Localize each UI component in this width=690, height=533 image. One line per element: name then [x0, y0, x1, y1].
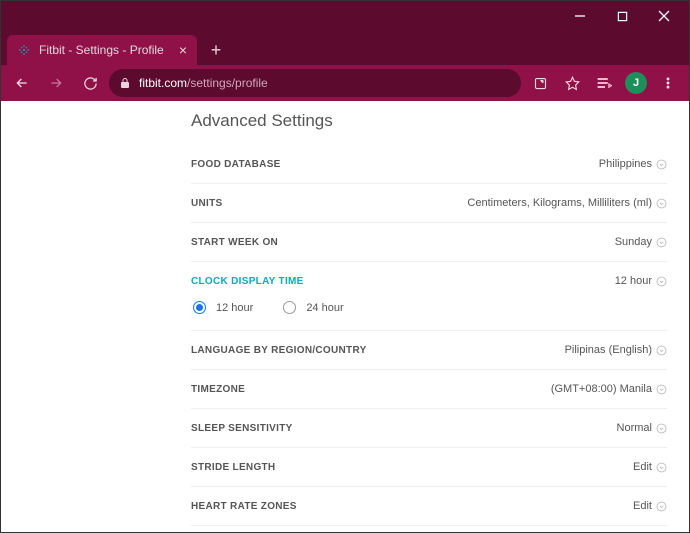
row-label: HEART RATE ZONES — [191, 501, 297, 512]
clock-radio-group: 12 hour 24 hour — [191, 301, 667, 314]
row-stride-length[interactable]: STRIDE LENGTH Edit — [191, 448, 667, 487]
window-titlebar — [1, 1, 689, 31]
row-label: FOOD DATABASE — [191, 159, 281, 170]
row-value: Normal — [617, 422, 667, 434]
share-icon[interactable] — [525, 68, 555, 98]
reading-list-icon[interactable] — [589, 68, 619, 98]
radio-24-hour[interactable]: 24 hour — [283, 301, 343, 314]
row-timezone[interactable]: TIMEZONE (GMT+08:00) Manila — [191, 370, 667, 409]
row-value: 12 hour — [615, 275, 667, 287]
chevron-down-icon — [656, 501, 667, 512]
page-content: Advanced Settings FOOD DATABASE Philippi… — [1, 101, 689, 532]
row-value: Edit — [633, 461, 667, 473]
back-button[interactable] — [7, 68, 37, 98]
window-minimize-button[interactable] — [559, 1, 601, 31]
forward-button[interactable] — [41, 68, 71, 98]
new-tab-button[interactable]: + — [203, 37, 229, 63]
url-text: fitbit.com/settings/profile — [139, 76, 268, 90]
browser-tab-strip: Fitbit - Settings - Profile × + — [1, 31, 689, 65]
profile-avatar[interactable]: J — [621, 68, 651, 98]
radio-dot-icon — [283, 301, 296, 314]
row-units[interactable]: UNITS Centimeters, Kilograms, Milliliter… — [191, 184, 667, 223]
chevron-down-icon — [656, 423, 667, 434]
chevron-down-icon — [656, 384, 667, 395]
chevron-down-icon — [656, 276, 667, 287]
tab-close-icon[interactable]: × — [179, 42, 187, 58]
row-sleep-sensitivity[interactable]: SLEEP SENSITIVITY Normal — [191, 409, 667, 448]
chevron-down-icon — [656, 237, 667, 248]
row-value: Pilipinas (English) — [565, 344, 667, 356]
chevron-down-icon — [656, 345, 667, 356]
row-clock-display[interactable]: CLOCK DISPLAY TIME 12 hour 12 hour 24 ho… — [191, 262, 667, 331]
row-heart-rate-zones[interactable]: HEART RATE ZONES Edit — [191, 487, 667, 526]
fitbit-favicon-icon — [17, 43, 31, 57]
row-label: UNITS — [191, 198, 223, 209]
chevron-down-icon — [656, 198, 667, 209]
lock-icon — [119, 77, 131, 89]
chevron-down-icon — [656, 462, 667, 473]
page-title: Advanced Settings — [191, 111, 667, 131]
row-label: TIMEZONE — [191, 384, 245, 395]
row-language[interactable]: LANGUAGE BY REGION/COUNTRY Pilipinas (En… — [191, 331, 667, 370]
row-label: STRIDE LENGTH — [191, 462, 275, 473]
chevron-down-icon — [656, 159, 667, 170]
row-value: (GMT+08:00) Manila — [551, 383, 667, 395]
row-value: Centimeters, Kilograms, Milliliters (ml) — [467, 197, 667, 209]
address-bar[interactable]: fitbit.com/settings/profile — [109, 69, 521, 97]
browser-tab-active[interactable]: Fitbit - Settings - Profile × — [7, 35, 197, 65]
reload-button[interactable] — [75, 68, 105, 98]
row-label: SLEEP SENSITIVITY — [191, 423, 293, 434]
window-close-button[interactable] — [643, 1, 685, 31]
window-maximize-button[interactable] — [601, 1, 643, 31]
form-footer: Delete Account Submit — [191, 526, 667, 532]
row-value: Philippines — [599, 158, 667, 170]
row-food-database[interactable]: FOOD DATABASE Philippines — [191, 145, 667, 184]
tab-title: Fitbit - Settings - Profile — [39, 43, 164, 57]
radio-dot-icon — [193, 301, 206, 314]
row-label: LANGUAGE BY REGION/COUNTRY — [191, 345, 367, 356]
row-label: CLOCK DISPLAY TIME — [191, 276, 304, 287]
radio-12-hour[interactable]: 12 hour — [193, 301, 253, 314]
row-label: START WEEK ON — [191, 237, 278, 248]
bookmark-icon[interactable] — [557, 68, 587, 98]
browser-toolbar: fitbit.com/settings/profile J — [1, 65, 689, 101]
row-value: Sunday — [615, 236, 667, 248]
row-start-week[interactable]: START WEEK ON Sunday — [191, 223, 667, 262]
row-value: Edit — [633, 500, 667, 512]
menu-icon[interactable] — [653, 68, 683, 98]
